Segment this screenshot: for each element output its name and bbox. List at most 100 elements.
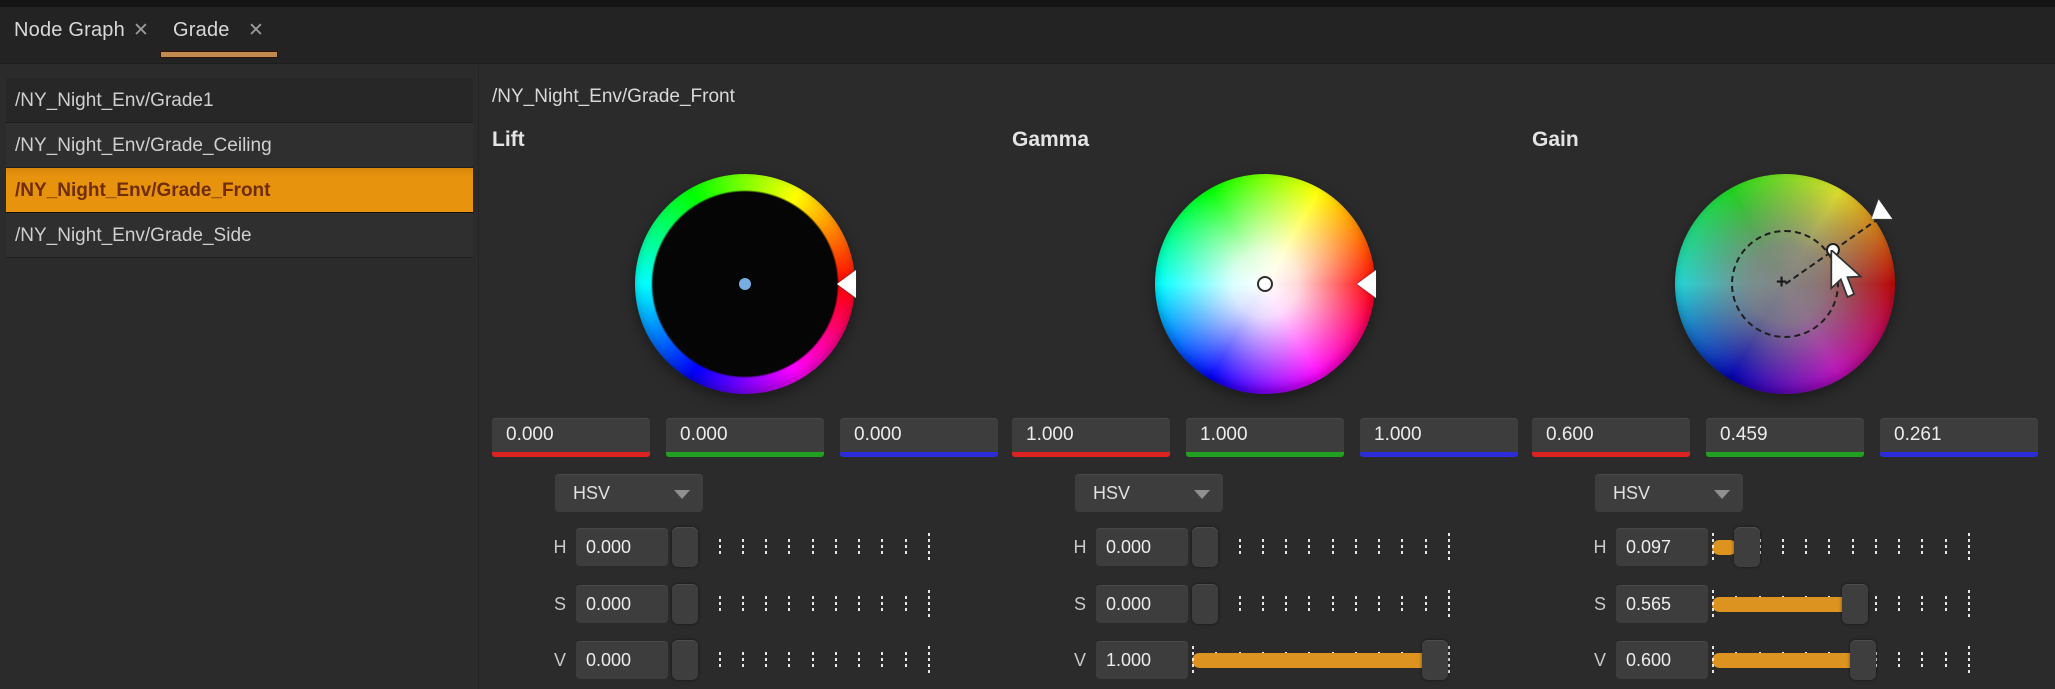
list-item-grade1[interactable]: /NY_Night_Env/Grade1: [6, 78, 473, 123]
wheel-center-marker[interactable]: [739, 278, 751, 290]
slider-tick: [788, 539, 790, 555]
lift-blue-field[interactable]: 0.000: [840, 418, 998, 452]
mode-label: HSV: [1093, 483, 1130, 503]
slider-fill: [1712, 597, 1857, 612]
gain-s-field[interactable]: 0.565: [1616, 585, 1708, 623]
slider-tick: [788, 596, 790, 612]
gamma-column: Gamma 1.000 1.000 1.000 HSV H 0.000 S 0.…: [1010, 120, 1524, 689]
close-icon[interactable]: ✕: [248, 19, 264, 42]
gamma-v-slider[interactable]: [1192, 641, 1448, 679]
gain-green-field[interactable]: 0.459: [1706, 418, 1864, 452]
list-item-grade-ceiling[interactable]: /NY_Night_Env/Grade_Ceiling: [6, 123, 473, 168]
slider-handle[interactable]: [1192, 584, 1218, 624]
lift-green-field[interactable]: 0.000: [666, 418, 824, 452]
slider-tick: [928, 533, 930, 562]
gamma-green-field[interactable]: 1.000: [1186, 418, 1344, 452]
lift-color-wheel[interactable]: [635, 174, 855, 394]
grade-panel: Node Graph ✕ Grade ✕ /NY_Night_Env/Grade…: [0, 0, 2055, 689]
wheel-center-marker[interactable]: [1257, 276, 1273, 292]
lift-red-field[interactable]: 0.000: [492, 418, 650, 452]
gamma-h-field[interactable]: 0.000: [1096, 528, 1188, 566]
lift-v-slider[interactable]: [672, 641, 928, 679]
chevron-down-icon: [1714, 490, 1730, 499]
gain-red-field[interactable]: 0.600: [1532, 418, 1690, 452]
lift-h-slider[interactable]: [672, 528, 928, 566]
slider-tick: [905, 596, 907, 612]
lift-v-field[interactable]: 0.000: [576, 641, 668, 679]
slider-tick: [881, 596, 883, 612]
slider-tick: [1285, 596, 1287, 612]
slider-tick: [719, 652, 721, 668]
slider-handle[interactable]: [1734, 527, 1760, 567]
slider-tick: [1968, 533, 1970, 562]
hue-triangle-marker[interactable]: [837, 270, 856, 298]
slider-handle[interactable]: [1842, 584, 1868, 624]
slider-tick: [1968, 590, 1970, 619]
slider-tick: [835, 539, 837, 555]
slider-tick: [1805, 539, 1807, 555]
gamma-h-slider[interactable]: [1192, 528, 1448, 566]
gain-s-row: S 0.565: [1530, 585, 2044, 623]
slider-tick: [1782, 539, 1784, 555]
slider-handle[interactable]: [672, 640, 698, 680]
slider-tick: [1828, 539, 1830, 555]
list-item-grade-side[interactable]: /NY_Night_Env/Grade_Side: [6, 213, 473, 258]
slider-tick: [1355, 539, 1357, 555]
gain-mode-dropdown[interactable]: HSV: [1595, 474, 1743, 512]
slider-tick: [928, 590, 930, 619]
slider-tick: [1239, 596, 1241, 612]
section-title-lift: Lift: [492, 128, 525, 152]
tab-node-graph[interactable]: Node Graph: [14, 19, 125, 42]
gain-color-wheel[interactable]: +: [1675, 174, 1895, 394]
h-label: H: [1590, 528, 1610, 566]
mouse-cursor-icon: [1828, 250, 1864, 300]
slider-tick: [812, 652, 814, 668]
slider-tick: [858, 596, 860, 612]
gamma-mode-dropdown[interactable]: HSV: [1075, 474, 1223, 512]
lift-s-slider[interactable]: [672, 585, 928, 623]
blue-channel-bar: [840, 452, 998, 457]
slider-handle[interactable]: [1192, 527, 1218, 567]
gamma-s-field[interactable]: 0.000: [1096, 585, 1188, 623]
window-top-strip: [0, 0, 2055, 7]
mode-label: HSV: [1613, 483, 1650, 503]
red-channel-bar: [1012, 452, 1170, 457]
slider-handle[interactable]: [1850, 640, 1876, 680]
slider-handle[interactable]: [1422, 640, 1448, 680]
s-label: S: [1070, 585, 1090, 623]
lift-h-row: H 0.000: [490, 528, 1004, 566]
section-title-gain: Gain: [1532, 128, 1579, 152]
slider-tick: [719, 539, 721, 555]
gain-s-slider[interactable]: [1712, 585, 1968, 623]
gamma-blue-field[interactable]: 1.000: [1360, 418, 1518, 452]
scene-graph-location-list: /NY_Night_Env/Grade1 /NY_Night_Env/Grade…: [6, 78, 473, 258]
slider-tick: [1332, 596, 1334, 612]
gain-blue-field[interactable]: 0.261: [1880, 418, 2038, 452]
wheel-center-cross: +: [1776, 272, 1787, 294]
gain-v-slider[interactable]: [1712, 641, 1968, 679]
gain-v-field[interactable]: 0.600: [1616, 641, 1708, 679]
gain-column: Gain + 0.600 0.459 0.261 HSV H 0.097: [1530, 120, 2044, 689]
tab-grade[interactable]: Grade: [173, 19, 230, 42]
hue-triangle-marker[interactable]: [1357, 270, 1376, 298]
gamma-color-wheel[interactable]: [1155, 174, 1375, 394]
slider-tick: [1875, 596, 1877, 612]
slider-tick: [1308, 539, 1310, 555]
close-icon[interactable]: ✕: [133, 19, 149, 42]
list-item-grade-front[interactable]: /NY_Night_Env/Grade_Front: [6, 168, 473, 213]
gamma-v-field[interactable]: 1.000: [1096, 641, 1188, 679]
gamma-s-slider[interactable]: [1192, 585, 1448, 623]
lift-s-field[interactable]: 0.000: [576, 585, 668, 623]
lift-h-field[interactable]: 0.000: [576, 528, 668, 566]
lift-mode-dropdown[interactable]: HSV: [555, 474, 703, 512]
s-label: S: [1590, 585, 1610, 623]
slider-tick: [1401, 596, 1403, 612]
gamma-red-field[interactable]: 1.000: [1012, 418, 1170, 452]
slider-tick: [1712, 533, 1714, 562]
lift-s-row: S 0.000: [490, 585, 1004, 623]
slider-handle[interactable]: [672, 584, 698, 624]
slider-tick: [1712, 646, 1714, 675]
gain-h-slider[interactable]: [1712, 528, 1968, 566]
slider-handle[interactable]: [672, 527, 698, 567]
gain-h-field[interactable]: 0.097: [1616, 528, 1708, 566]
